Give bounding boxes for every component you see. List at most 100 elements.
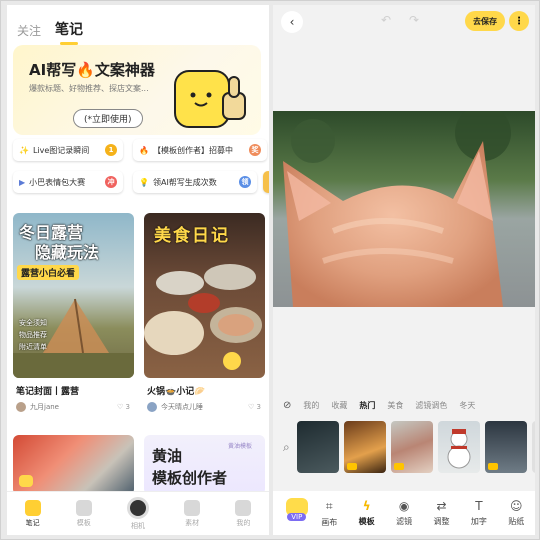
- chip-overflow[interactable]: [263, 171, 269, 193]
- template-thumb[interactable]: [343, 421, 386, 473]
- chevron-left-icon: ‹: [289, 15, 295, 29]
- note-card[interactable]: [13, 435, 134, 495]
- cover-list-item: 物品推荐: [19, 331, 47, 339]
- crop-icon: ⌗: [325, 498, 333, 513]
- filter-tab-color-grading[interactable]: 滤镜调色: [415, 400, 447, 411]
- template-thumb[interactable]: [296, 421, 339, 473]
- note-meta: 九月jane ♡ 3: [13, 402, 134, 412]
- sticker-icon: ☺: [510, 499, 523, 513]
- like-number: 3: [125, 403, 130, 411]
- tool-adjust[interactable]: ⇄ 调整: [423, 499, 460, 527]
- mascot-thumbs-up-icon: [174, 70, 246, 128]
- author-name: 今天晴点儿睡: [161, 403, 203, 411]
- chip-badge: 1: [105, 144, 117, 156]
- nav-label: 我的: [236, 518, 251, 527]
- notes-icon: [24, 499, 41, 516]
- cover-tag: 黄油模板: [228, 443, 253, 450]
- tool-label: 画布: [321, 517, 338, 527]
- no-filter-icon[interactable]: ⊘: [283, 400, 291, 411]
- note-cover-image: [13, 435, 134, 495]
- filter-category-tabs: ⊘ 我的 收藏 热门 美食 滤镜调色 冬天: [273, 395, 535, 415]
- note-cover-image: 黄油模板 黄油 模板创作者: [144, 435, 265, 495]
- template-thumb[interactable]: [484, 421, 527, 473]
- nav-label: 模板: [76, 518, 91, 527]
- canvas-photo[interactable]: [273, 111, 535, 307]
- tool-filter[interactable]: ◉ 滤镜: [385, 499, 422, 527]
- chip-sticker-contest[interactable]: ▶ 小巴表情包大赛 冲: [13, 171, 123, 193]
- nav-materials[interactable]: 素材: [184, 499, 201, 528]
- cover-tag: 露营小白必看: [17, 265, 80, 280]
- note-meta: 今天晴点儿睡 ♡ 3: [144, 402, 265, 412]
- tab-following[interactable]: 关注: [17, 22, 41, 39]
- template-thumb[interactable]: [437, 421, 480, 473]
- template-thumb[interactable]: [531, 421, 535, 473]
- filter-tab-winter[interactable]: 冬天: [459, 400, 475, 411]
- chip-template-creator[interactable]: 🔥 【模板创作者】招募中 奖: [133, 139, 267, 161]
- chip-badge: 冲: [105, 176, 117, 188]
- nav-notes[interactable]: 笔记: [24, 499, 41, 528]
- tool-sticker[interactable]: ☺ 贴纸: [498, 499, 535, 527]
- like-count[interactable]: ♡ 3: [248, 403, 261, 411]
- cover-list-item: 安全须知: [19, 319, 47, 327]
- template-thumb[interactable]: [390, 421, 433, 473]
- snowman-icon: [447, 429, 471, 469]
- tab-notes[interactable]: 笔记: [55, 19, 83, 39]
- template-thumbnails: ⌕: [273, 419, 535, 475]
- tool-label: 加字: [470, 517, 487, 526]
- lock-icon: [487, 463, 498, 470]
- redo-icon[interactable]: ↷: [409, 13, 419, 27]
- nav-profile[interactable]: 我的: [235, 499, 252, 528]
- filter-tab-hot[interactable]: 热门: [359, 400, 375, 411]
- home-panel: 关注 笔记 AI帮写🔥文案神器 爆款标题、好物推荐、探店文案... (*立即使用…: [7, 5, 269, 535]
- filter-tab-mine[interactable]: 我的: [303, 400, 319, 411]
- cover-list-item: 附近清单: [19, 343, 47, 351]
- ai-writer-banner[interactable]: AI帮写🔥文案神器 爆款标题、好物推荐、探店文案... (*立即使用): [13, 45, 261, 135]
- editor-toolbar: VIP ⌗ 画布 ϟ 模板 ◉ 滤镜 ⇄ 调整 T 加字 ☺ 贴纸: [273, 491, 535, 535]
- adjust-icon: ⇄: [436, 499, 447, 513]
- cover-list: 安全须知 物品推荐 附近清单: [19, 317, 47, 353]
- chip-ai-credits[interactable]: 💡 领AI帮写生成次数 领: [133, 171, 257, 193]
- back-button[interactable]: ‹: [281, 11, 303, 33]
- tool-canvas[interactable]: ⌗ 画布: [311, 499, 348, 528]
- search-icon[interactable]: ⌕: [283, 440, 290, 455]
- chip-label: 领AI帮写生成次数: [152, 177, 217, 187]
- tool-template[interactable]: ϟ 模板: [348, 499, 385, 527]
- more-menu-button[interactable]: ⋮: [509, 11, 529, 31]
- undo-icon[interactable]: ↶: [381, 13, 391, 27]
- chip-live-photo[interactable]: ✨ Live图记录瞬间 1: [13, 139, 123, 161]
- like-number: 3: [256, 403, 261, 411]
- banner-title: AI帮写🔥文案神器: [29, 61, 155, 79]
- note-cover-image: 冬日露营 隐藏玩法 露营小白必看 安全须知 物品推荐 附近清单: [13, 213, 134, 378]
- filter-tab-favorites[interactable]: 收藏: [331, 400, 347, 411]
- fire-icon: 🔥: [139, 145, 149, 155]
- nav-camera[interactable]: 相机: [126, 496, 149, 531]
- editor-panel: ‹ ↶ ↷ 去保存 ⋮ ⊘ 我的 收藏 热门 美食 滤镜调色 冬天 ⌕ VIP …: [273, 5, 535, 535]
- tool-label: 贴纸: [508, 517, 525, 526]
- like-count[interactable]: ♡ 3: [117, 403, 130, 411]
- filter-tab-food[interactable]: 美食: [387, 400, 403, 411]
- note-card[interactable]: 冬日露营 隐藏玩法 露营小白必看 安全须知 物品推荐 附近清单 笔记封面丨露营 …: [13, 213, 134, 412]
- vip-button[interactable]: VIP: [283, 498, 311, 528]
- cover-headline: 美食日记: [154, 226, 230, 246]
- note-card[interactable]: 美食日记 火锅🍲小记🥟 今天晴点儿睡 ♡ 3: [144, 213, 265, 412]
- star-icon: [184, 499, 201, 516]
- bolt-icon: [75, 499, 92, 516]
- vip-label: VIP: [287, 513, 307, 521]
- cover-headline-2: 隐藏玩法: [35, 243, 100, 262]
- cover-headline: 黄油: [152, 447, 183, 465]
- save-button[interactable]: 去保存: [465, 11, 505, 31]
- tool-label: 调整: [433, 517, 450, 526]
- camera-icon: [126, 496, 149, 519]
- tool-label: 滤镜: [396, 517, 413, 526]
- banner-cta-button[interactable]: (*立即使用): [73, 109, 143, 128]
- sparkle-icon: ✨: [19, 145, 29, 155]
- chip-label: 【模板创作者】招募中: [152, 145, 233, 155]
- note-card[interactable]: 黄油模板 黄油 模板创作者: [144, 435, 265, 495]
- bottom-nav: 笔记 模板 相机 素材 我的: [7, 491, 269, 535]
- tool-text[interactable]: T 加字: [460, 499, 497, 527]
- nav-label: 笔记: [25, 518, 40, 527]
- play-icon: ▶: [19, 177, 26, 187]
- bulb-icon: 💡: [139, 177, 149, 187]
- note-title: 笔记封面丨露营: [16, 387, 80, 397]
- nav-templates[interactable]: 模板: [75, 499, 92, 528]
